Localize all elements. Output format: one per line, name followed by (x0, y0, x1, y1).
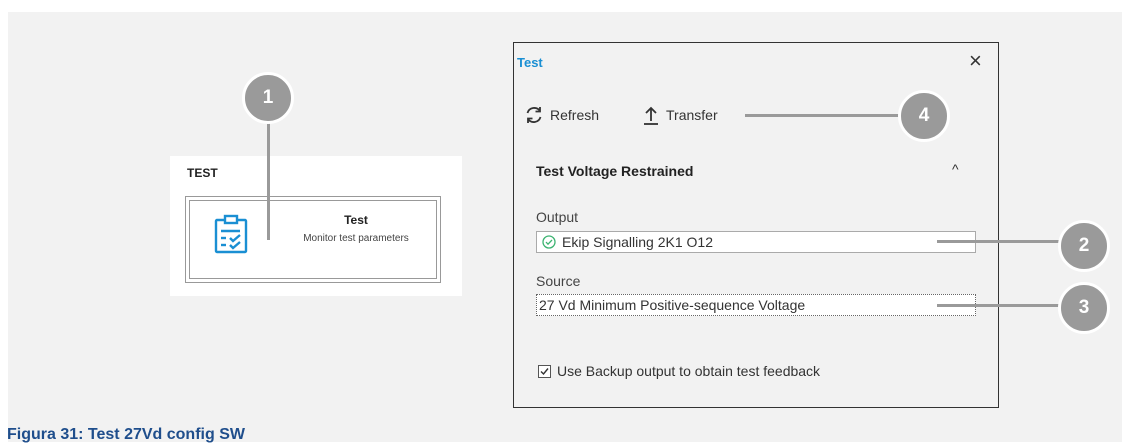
callout-2: 2 (1058, 220, 1110, 272)
test-tile[interactable]: Test Monitor test parameters (185, 196, 441, 283)
close-icon[interactable]: × (969, 49, 982, 73)
output-label: Output (536, 209, 579, 225)
test-section-card: TEST Test Monitor test parameters (170, 156, 462, 296)
tile-description: Monitor test parameters (303, 233, 409, 244)
source-label: Source (536, 273, 581, 289)
output-value: Ekip Signalling 2K1 O12 (562, 234, 713, 250)
backup-option[interactable]: Use Backup output to obtain test feedbac… (538, 363, 820, 379)
refresh-button[interactable]: Refresh (524, 105, 599, 125)
figure-caption: Figura 31: Test 27Vd config SW (7, 426, 245, 443)
upload-arrow-icon (644, 106, 658, 125)
transfer-button[interactable]: Transfer (642, 105, 718, 125)
source-value: 27 Vd Minimum Positive-sequence Voltage (539, 297, 806, 313)
clipboard-check-icon (214, 214, 248, 254)
output-field[interactable]: Ekip Signalling 2K1 O12 (536, 231, 976, 253)
transfer-label: Transfer (666, 107, 718, 123)
checkmark-icon (540, 367, 549, 375)
callout-1: 1 (242, 72, 294, 124)
refresh-label: Refresh (550, 107, 600, 123)
chevron-up-icon[interactable]: ^ (952, 161, 959, 177)
callout-2-leader (937, 240, 1061, 243)
backup-label: Use Backup output to obtain test feedbac… (557, 363, 821, 379)
callout-4-leader (745, 114, 900, 117)
section-header: Test Voltage Restrained (536, 163, 694, 179)
backup-checkbox[interactable] (538, 364, 551, 378)
section-title: TEST (187, 166, 218, 180)
callout-3-leader (937, 304, 1061, 307)
source-field[interactable]: 27 Vd Minimum Positive-sequence Voltage (536, 294, 976, 316)
tile-name: Test (344, 213, 368, 227)
callout-4: 4 (898, 90, 950, 142)
dialog-title: Test (517, 55, 543, 70)
callout-1-leader (267, 122, 270, 240)
callout-3: 3 (1058, 282, 1110, 334)
refresh-icon (526, 107, 542, 123)
check-circle-icon (542, 235, 556, 249)
